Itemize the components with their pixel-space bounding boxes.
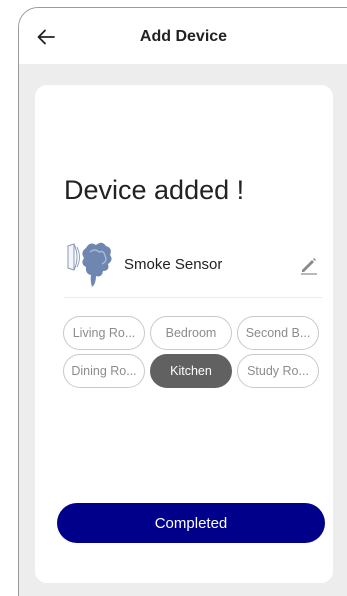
edit-name-button[interactable] xyxy=(296,252,322,278)
room-chip-living-room[interactable]: Living Ro... xyxy=(63,316,145,350)
page-title: Add Device xyxy=(139,28,228,45)
room-chip-dining-room[interactable]: Dining Ro... xyxy=(63,354,145,388)
device-added-card: Device added ! Smoke Sensor Living Ro...… xyxy=(35,85,333,583)
completed-button[interactable]: Completed xyxy=(57,503,325,543)
smoke-sensor-icon xyxy=(67,242,112,287)
app-header: Add Device xyxy=(19,8,347,64)
room-chip-second-bedroom[interactable]: Second B... xyxy=(237,316,319,350)
device-added-title: Device added ! xyxy=(64,175,245,205)
phone-frame: Add Device Device added ! Smoke Sensor L… xyxy=(18,7,347,596)
pencil-icon xyxy=(301,258,317,275)
room-chip-kitchen[interactable]: Kitchen xyxy=(150,354,232,388)
room-chip-study-room[interactable]: Study Ro... xyxy=(237,354,319,388)
room-selector: Living Ro... Bedroom Second B... Dining … xyxy=(63,316,323,388)
device-name: Smoke Sensor xyxy=(124,256,223,273)
divider xyxy=(64,297,322,298)
room-chip-bedroom[interactable]: Bedroom xyxy=(150,316,232,350)
device-row: Smoke Sensor xyxy=(64,240,322,296)
